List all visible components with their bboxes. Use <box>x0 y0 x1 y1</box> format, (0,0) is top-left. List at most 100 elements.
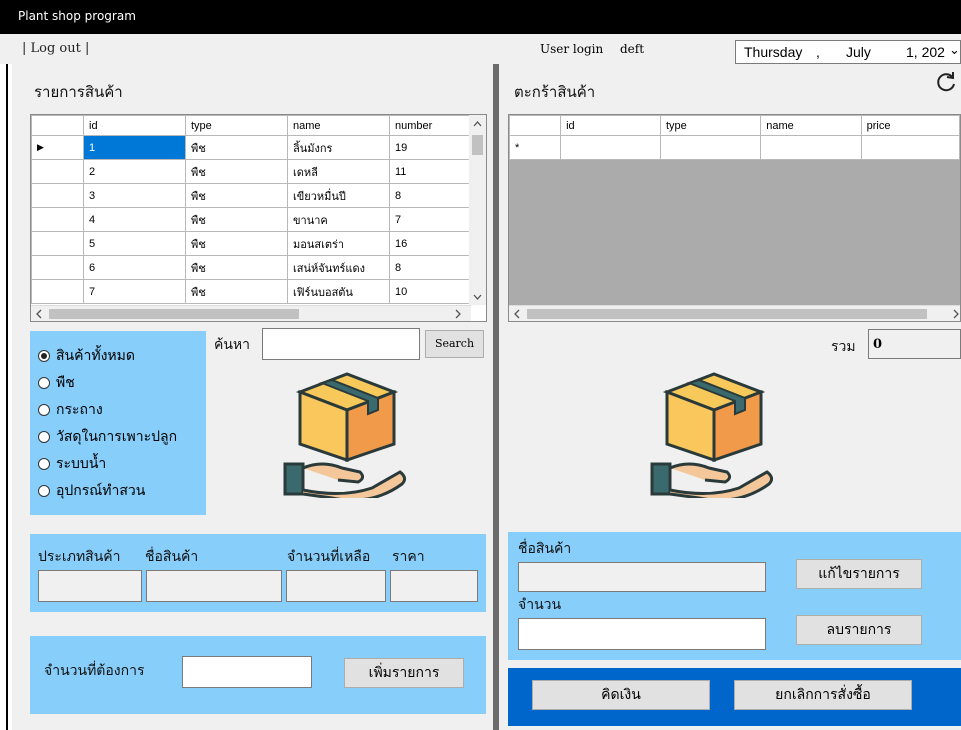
cell[interactable]: 7 <box>389 207 470 232</box>
refresh-icon[interactable] <box>934 70 958 94</box>
logout-link[interactable]: | Log out | <box>22 41 89 56</box>
radio-all[interactable]: สินค้าทั้งหมด <box>38 345 135 367</box>
date-day-year: 1, 202 <box>906 44 945 60</box>
cell[interactable]: 6 <box>83 255 186 280</box>
cell[interactable]: ลิ้นมังกร <box>287 135 390 160</box>
products-horizontal-scrollbar[interactable] <box>31 305 471 321</box>
cell[interactable]: ขานาค <box>287 207 390 232</box>
radio-growing-materials[interactable]: วัสดุในการเพาะปลูก <box>38 426 177 448</box>
cell[interactable]: พืช <box>185 279 288 304</box>
radio-label: กระถาง <box>56 402 103 418</box>
cell[interactable] <box>860 135 960 160</box>
delete-item-button[interactable]: ลบรายการ <box>796 615 922 645</box>
scroll-arrows-icon <box>36 309 461 319</box>
cell[interactable]: 11 <box>389 159 470 184</box>
box-in-hand-icon <box>650 372 774 498</box>
cart-horizontal-scrollbar[interactable] <box>509 305 960 321</box>
scroll-arrows-icon <box>514 309 959 319</box>
cell[interactable]: 10 <box>389 279 470 304</box>
radio-dot <box>38 431 50 443</box>
cell[interactable]: เสน่ห์จันทร์แดง <box>287 255 390 280</box>
cell[interactable] <box>560 135 661 160</box>
edit-qty-label: จำนวน <box>518 597 562 613</box>
products-vertical-scrollbar[interactable] <box>469 115 486 305</box>
column-header-name[interactable]: name <box>760 115 862 136</box>
radio-plants[interactable]: พืช <box>38 372 75 394</box>
cell[interactable]: พืช <box>185 207 288 232</box>
cell[interactable]: พืช <box>185 183 288 208</box>
cell[interactable]: 19 <box>389 135 470 160</box>
cell[interactable]: พืช <box>185 231 288 256</box>
add-item-group: จำนวนที่ต้องการ เพิ่มรายการ <box>30 636 486 714</box>
date-month: July <box>846 44 871 60</box>
date-picker[interactable]: Thursday , July 1, 202 ⌄ <box>735 40 961 64</box>
table-row[interactable]: 6 พืช เสน่ห์จันทร์แดง 8 <box>31 255 470 280</box>
edit-qty-input[interactable] <box>518 618 766 650</box>
radio-garden-tools[interactable]: อุปกรณ์ทำสวน <box>38 480 145 502</box>
products-grid[interactable]: id type name number ▶ 1 พืช ลิ้นมังกร 19… <box>30 114 487 322</box>
cell[interactable]: พืช <box>185 255 288 280</box>
table-row[interactable]: 4 พืช ขานาค 7 <box>31 207 470 232</box>
search-input[interactable] <box>262 328 420 360</box>
chevron-down-icon[interactable]: ⌄ <box>949 42 960 58</box>
cell[interactable]: 4 <box>83 207 186 232</box>
cell[interactable]: 8 <box>389 183 470 208</box>
name-field <box>146 570 282 602</box>
table-row[interactable]: 7 พืช เฟิร์นบอสตัน 10 <box>31 279 470 304</box>
user-login-label: User login <box>540 42 604 56</box>
window-title: Plant shop program <box>0 0 961 34</box>
radio-dot <box>38 485 50 497</box>
type-field <box>38 570 142 602</box>
table-row[interactable]: 3 พืช เขียวหมื่นปี 8 <box>31 183 470 208</box>
cell[interactable]: 16 <box>389 231 470 256</box>
scroll-arrows-icon <box>472 121 483 300</box>
column-header-type[interactable]: type <box>659 115 762 136</box>
cell[interactable]: เขียวหมื่นปี <box>287 183 390 208</box>
cell[interactable]: พืช <box>185 135 288 160</box>
cell[interactable]: พืช <box>185 159 288 184</box>
cart-panel: ตะกร้าสินค้า id type name price * รวม 0 … <box>504 64 961 730</box>
column-header-id[interactable]: id <box>83 115 186 136</box>
column-header-number[interactable]: number <box>389 115 470 136</box>
cell[interactable]: 2 <box>83 159 186 184</box>
name-label: ชื่อสินค้า <box>145 549 199 565</box>
column-header-name[interactable]: name <box>287 115 390 136</box>
panel-divider <box>490 64 504 730</box>
column-header-price[interactable]: price <box>860 115 960 136</box>
column-header-id[interactable]: id <box>560 115 661 136</box>
products-heading: รายการสินค้า <box>34 83 123 101</box>
radio-label: ระบบน้ำ <box>56 456 107 472</box>
radio-label: สินค้าทั้งหมด <box>56 348 135 364</box>
table-row[interactable]: ▶ 1 พืช ลิ้นมังกร 19 <box>31 135 470 160</box>
cell[interactable]: มอนสเตร่า <box>287 231 390 256</box>
row-header <box>31 183 84 208</box>
cart-grid[interactable]: id type name price * <box>508 114 961 322</box>
cell[interactable]: เดหลี <box>287 159 390 184</box>
radio-label: พืช <box>56 375 75 391</box>
username-value: deft <box>620 42 645 56</box>
left-edge <box>0 64 12 730</box>
table-row[interactable]: 5 พืช มอนสเตร่า 16 <box>31 231 470 256</box>
cell[interactable]: 3 <box>83 183 186 208</box>
cell[interactable]: 8 <box>389 255 470 280</box>
row-header <box>31 159 84 184</box>
add-item-button[interactable]: เพิ่มรายการ <box>344 658 464 688</box>
cell[interactable]: 1 <box>83 135 186 160</box>
cancel-order-button[interactable]: ยกเลิกการสั่งซื้อ <box>734 680 912 710</box>
cell[interactable]: เฟิร์นบอสตัน <box>287 279 390 304</box>
radio-dot <box>38 404 50 416</box>
cell[interactable] <box>659 135 762 160</box>
edit-item-button[interactable]: แก้ไขรายการ <box>796 559 922 589</box>
search-button[interactable]: Search <box>425 330 484 358</box>
checkout-bar: คิดเงิน ยกเลิกการสั่งซื้อ <box>508 668 961 726</box>
radio-water-system[interactable]: ระบบน้ำ <box>38 453 106 475</box>
table-row[interactable]: * <box>509 135 960 160</box>
column-header-type[interactable]: type <box>185 115 288 136</box>
radio-pots[interactable]: กระถาง <box>38 399 103 421</box>
pay-button[interactable]: คิดเงิน <box>532 680 710 710</box>
quantity-input[interactable] <box>182 656 312 688</box>
cell[interactable] <box>760 135 862 160</box>
cell[interactable]: 7 <box>83 279 186 304</box>
cell[interactable]: 5 <box>83 231 186 256</box>
table-row[interactable]: 2 พืช เดหลี 11 <box>31 159 470 184</box>
